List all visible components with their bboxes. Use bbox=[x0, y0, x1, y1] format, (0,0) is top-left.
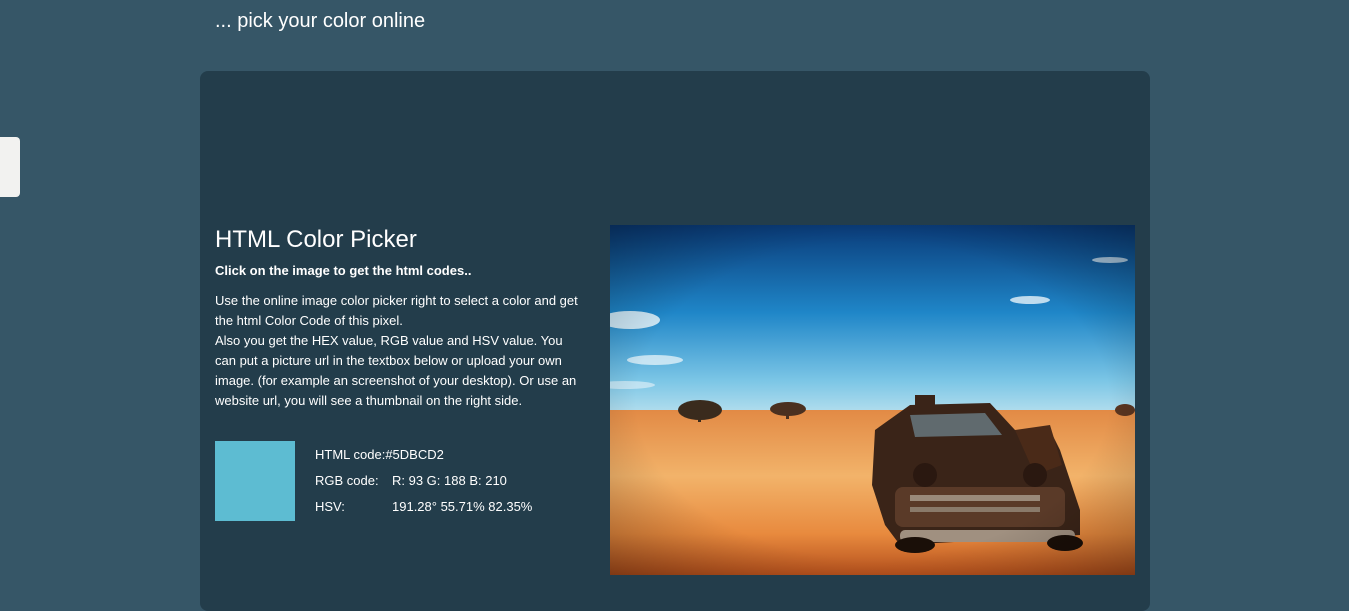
description: Use the online image color picker right … bbox=[215, 291, 580, 411]
rgb-code-row: RGB code: R: 93 G: 188 B: 210 bbox=[315, 471, 532, 497]
rgb-code-label: RGB code: bbox=[315, 473, 379, 488]
main-panel: HTML Color Picker Click on the image to … bbox=[200, 71, 1150, 611]
color-codes: HTML code: #5DBCD2 RGB code: R: 93 G: 188 … bbox=[315, 445, 532, 523]
html-code-row: HTML code: #5DBCD2 bbox=[315, 445, 532, 471]
instruction-text: Click on the image to get the html codes… bbox=[215, 263, 472, 278]
hsv-code-value: 191.28° 55.71% 82.35% bbox=[392, 499, 533, 514]
html-code-value: #5DBCD2 bbox=[385, 447, 444, 462]
color-swatch bbox=[215, 441, 295, 521]
html-code-label: HTML code: bbox=[315, 447, 386, 462]
rgb-code-value: R: 93 G: 188 B: 210 bbox=[392, 473, 507, 488]
hsv-code-label: HSV: bbox=[315, 499, 345, 514]
description-line-2: Also you get the HEX value, RGB value an… bbox=[215, 333, 577, 408]
hsv-code-row: HSV: 191.28° 55.71% 82.35% bbox=[315, 497, 532, 523]
page-title: HTML Color Picker bbox=[215, 226, 417, 253]
description-line-1: Use the online image color picker right … bbox=[215, 293, 578, 328]
desert-car-image[interactable] bbox=[610, 225, 1135, 575]
site-tagline: ... pick your color online bbox=[215, 10, 426, 32]
color-picker-image[interactable] bbox=[610, 225, 1135, 575]
side-feedback-tab[interactable] bbox=[0, 137, 20, 197]
